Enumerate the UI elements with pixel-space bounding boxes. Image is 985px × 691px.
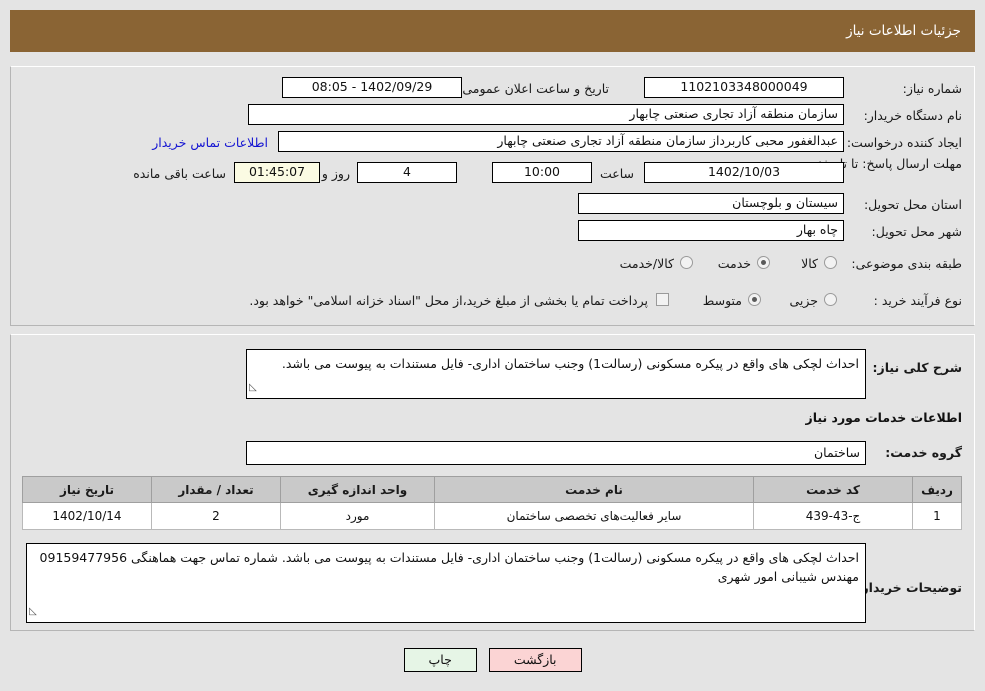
radio-classification-service-label: خدمت bbox=[717, 256, 751, 271]
service-group-value: ساختمان bbox=[246, 441, 866, 465]
general-description-textarea[interactable]: احداث لچکی های واقع در پیکره مسکونی (رسا… bbox=[246, 349, 866, 399]
city-value: چاه بهار bbox=[578, 220, 844, 241]
need-summary-panel: شماره نیاز: 1102103348000049 تاریخ و ساع… bbox=[10, 66, 975, 326]
buyer-org-label: نام دستگاه خریدار: bbox=[863, 108, 962, 123]
general-description-value: احداث لچکی های واقع در پیکره مسکونی (رسا… bbox=[281, 356, 859, 371]
cell-quantity: 2 bbox=[151, 502, 281, 530]
radio-purchase-medium[interactable] bbox=[748, 293, 761, 306]
services-table: ردیف کد خدمت نام خدمت واحد اندازه گیری ت… bbox=[22, 476, 962, 530]
resize-grip-icon[interactable]: ◿ bbox=[249, 378, 257, 397]
back-button[interactable]: بازگشت bbox=[488, 648, 582, 672]
countdown-label: ساعت باقی مانده bbox=[133, 166, 226, 181]
col-unit: واحد اندازه گیری bbox=[280, 476, 435, 503]
province-label: استان محل تحویل: bbox=[863, 197, 962, 212]
cell-row-no: 1 bbox=[912, 502, 962, 530]
col-service-name: نام خدمت bbox=[434, 476, 754, 503]
cell-unit: مورد bbox=[280, 502, 435, 530]
col-quantity: تعداد / مقدار bbox=[151, 476, 281, 503]
buyer-notes-value: احداث لچکی های واقع در پیکره مسکونی (رسا… bbox=[39, 550, 859, 584]
purchase-type-label: نوع فرآیند خرید : bbox=[873, 293, 962, 308]
city-label: شهر محل تحویل: bbox=[871, 224, 962, 239]
classification-label: طبقه بندی موضوعی: bbox=[851, 256, 962, 271]
countdown-timer: 01:45:07 bbox=[234, 162, 320, 183]
buyer-org-value: سازمان منطقه آزاد تجاری صنعتی چابهار bbox=[248, 104, 844, 125]
buyer-notes-label: توضیحات خریدار: bbox=[856, 580, 962, 595]
deadline-label: مهلت ارسال پاسخ: تا تاریخ: bbox=[817, 156, 962, 171]
radio-classification-goods[interactable] bbox=[824, 256, 837, 269]
table-header-row: ردیف کد خدمت نام خدمت واحد اندازه گیری ت… bbox=[22, 476, 962, 503]
col-service-code: کد خدمت bbox=[753, 476, 913, 503]
announce-datetime-label: تاریخ و ساعت اعلان عمومی: bbox=[458, 81, 609, 96]
radio-purchase-minor-label: جزیی bbox=[789, 293, 818, 308]
need-details-panel: شرح کلی نیاز: احداث لچکی های واقع در پیک… bbox=[10, 334, 975, 631]
window-title-bar: جزئیات اطلاعات نیاز bbox=[10, 10, 975, 52]
buyer-notes-textarea[interactable]: احداث لچکی های واقع در پیکره مسکونی (رسا… bbox=[26, 543, 866, 623]
need-number-value: 1102103348000049 bbox=[644, 77, 844, 98]
remaining-days-value: 4 bbox=[357, 162, 457, 183]
cell-need-date: 1402/10/14 bbox=[22, 502, 152, 530]
remaining-days-label: روز و bbox=[321, 166, 350, 181]
resize-grip-icon[interactable]: ◿ bbox=[29, 602, 37, 621]
treasury-bonds-checkbox[interactable] bbox=[656, 293, 669, 306]
col-row-no: ردیف bbox=[912, 476, 962, 503]
services-section-heading: اطلاعات خدمات مورد نیاز bbox=[805, 410, 963, 425]
radio-purchase-medium-label: متوسط bbox=[702, 293, 742, 308]
cell-service-code: ج-43-439 bbox=[753, 502, 913, 530]
announce-datetime-value: 1402/09/29 - 08:05 bbox=[282, 77, 462, 98]
deadline-hour-label: ساعت bbox=[599, 166, 634, 181]
service-group-label: گروه خدمت: bbox=[885, 445, 962, 460]
radio-classification-service[interactable] bbox=[757, 256, 770, 269]
page-title: جزئیات اطلاعات نیاز bbox=[846, 23, 961, 39]
deadline-hour-value: 10:00 bbox=[492, 162, 592, 183]
print-button[interactable]: چاپ bbox=[403, 648, 477, 672]
buyer-contact-link[interactable]: اطلاعات تماس خریدار bbox=[152, 135, 268, 150]
table-row[interactable]: 1 ج-43-439 سایر فعالیت‌های تخصصی ساختمان… bbox=[22, 502, 962, 530]
treasury-bonds-checkbox-label: پرداخت تمام یا بخشی از مبلغ خرید،از محل … bbox=[249, 293, 648, 308]
radio-purchase-minor[interactable] bbox=[824, 293, 837, 306]
general-description-label: شرح کلی نیاز: bbox=[872, 360, 962, 375]
radio-classification-goods-service[interactable] bbox=[680, 256, 693, 269]
cell-service-name: سایر فعالیت‌های تخصصی ساختمان bbox=[434, 502, 754, 530]
deadline-date-value: 1402/10/03 bbox=[644, 162, 844, 183]
province-value: سیستان و بلوچستان bbox=[578, 193, 844, 214]
col-need-date: تاریخ نیاز bbox=[22, 476, 152, 503]
radio-classification-goods-label: کالا bbox=[801, 256, 818, 271]
requester-value: عبدالغفور محبی کاربرداز سازمان منطقه آزا… bbox=[278, 131, 844, 152]
need-number-label: شماره نیاز: bbox=[902, 81, 962, 96]
action-button-bar: بازگشت چاپ bbox=[0, 648, 985, 672]
radio-classification-goods-service-label: کالا/خدمت bbox=[619, 256, 674, 271]
requester-label: ایجاد کننده درخواست: bbox=[846, 135, 962, 150]
